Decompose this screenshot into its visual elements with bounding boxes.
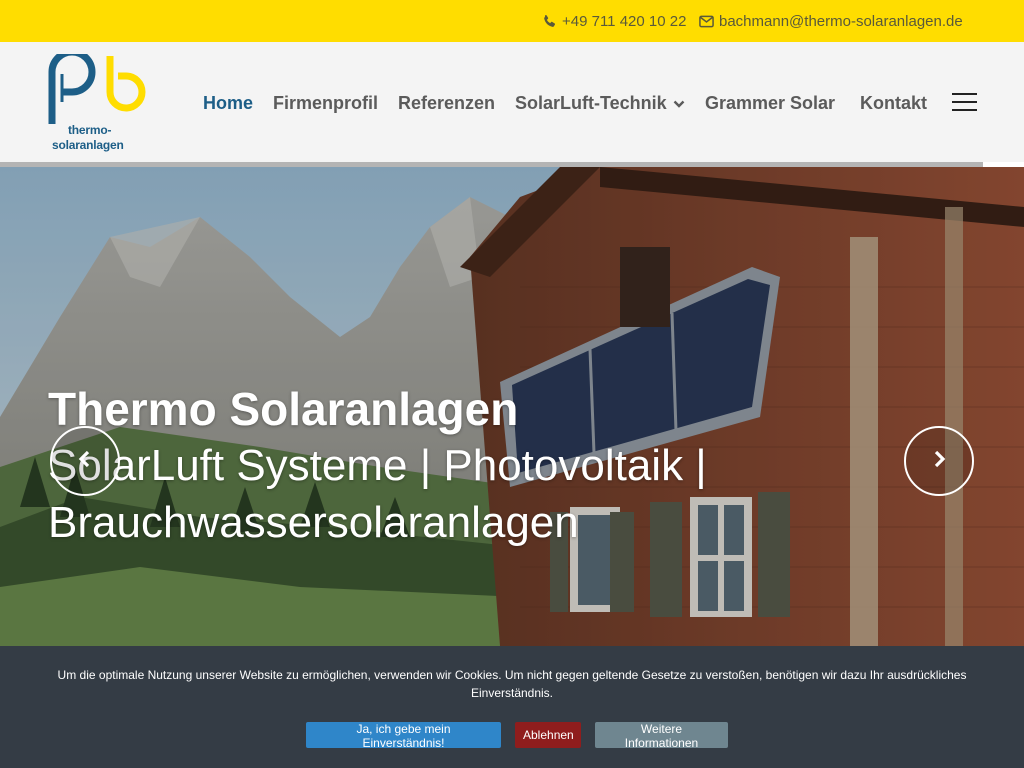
site-logo[interactable]: thermo- solaranlagen [48, 48, 156, 154]
cookie-decline-button[interactable]: Ablehnen [515, 722, 581, 748]
nav-solarluft-technik-label: SolarLuft-Technik [515, 93, 667, 113]
phone-number: +49 711 420 10 22 [562, 12, 687, 30]
hamburger-icon[interactable] [952, 93, 977, 111]
carousel-next-button[interactable] [904, 426, 974, 496]
logo-text-solaranlagen: solaranlagen [52, 138, 124, 152]
cookie-message: Um die optimale Nutzung unserer Website … [57, 668, 967, 700]
nav-solarluft-technik[interactable]: SolarLuft-Technik [515, 92, 685, 114]
carousel-prev-button[interactable] [50, 426, 120, 496]
cookie-more-info-button[interactable]: Weitere Informationen [595, 722, 728, 750]
chevron-down-icon [673, 92, 685, 114]
hero-title: Thermo Solaranlagen [48, 383, 519, 435]
email-address: bachmann@thermo-solaranlagen.de [719, 12, 963, 30]
hero-subtitle: SolarLuft Systeme | Photovoltaik | Brauc… [48, 441, 707, 547]
top-contact-bar: +49 711 420 10 22 bachmann@thermo-solara… [0, 0, 1024, 42]
nav-firmenprofil[interactable]: Firmenprofil [273, 92, 378, 114]
chevron-left-icon [77, 450, 93, 473]
chevron-right-icon [931, 450, 947, 473]
logo-mark [48, 48, 146, 136]
phone-link[interactable]: +49 711 420 10 22 [542, 0, 686, 42]
nav-kontakt[interactable]: Kontakt [860, 92, 927, 114]
envelope-icon [699, 15, 714, 28]
nav-referenzen[interactable]: Referenzen [398, 92, 495, 114]
logo-text-thermo: thermo- [68, 123, 112, 137]
cookie-banner: Um die optimale Nutzung unserer Website … [0, 646, 1024, 768]
site-header: thermo- solaranlagen Home Firmenprofil R… [0, 42, 1024, 162]
nav-home[interactable]: Home [203, 92, 253, 114]
phone-icon [542, 14, 557, 29]
email-link[interactable]: bachmann@thermo-solaranlagen.de [699, 0, 963, 42]
nav-grammer-solar[interactable]: Grammer Solar [705, 92, 835, 114]
cookie-accept-button[interactable]: Ja, ich gebe mein Einverständnis! [306, 722, 501, 750]
